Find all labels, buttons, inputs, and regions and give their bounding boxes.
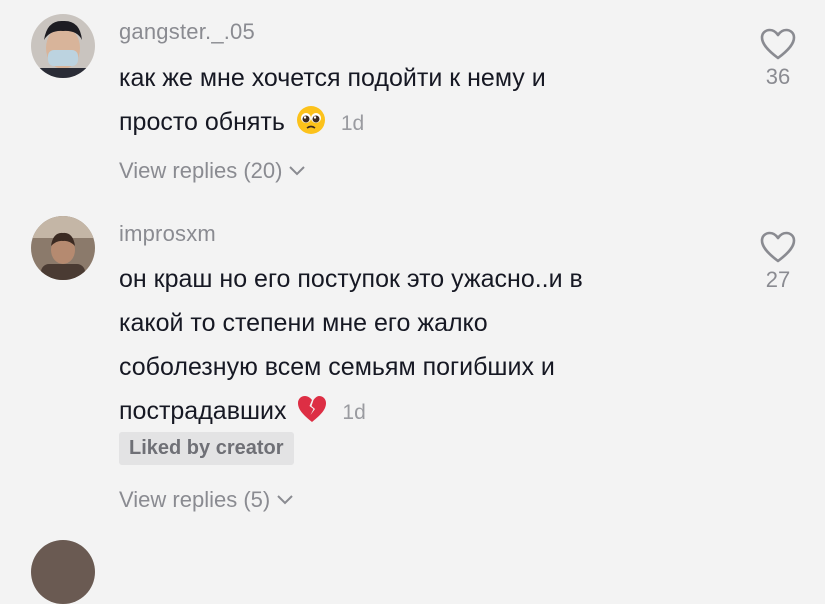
- chevron-down-icon: [289, 166, 306, 176]
- liked-by-creator-badge: Liked by creator: [119, 432, 294, 465]
- avatar[interactable]: [31, 14, 95, 78]
- avatar-image-icon: [31, 216, 95, 280]
- comment-username[interactable]: improsxm: [119, 221, 216, 247]
- view-replies-button[interactable]: View replies (5): [119, 487, 294, 513]
- heart-icon[interactable]: [760, 231, 796, 263]
- avatar[interactable]: [31, 216, 95, 280]
- comment-text-line-last: просто обнять 1d: [119, 100, 719, 146]
- chevron-down-icon: [277, 495, 293, 505]
- broken-heart-emoji-icon: [298, 396, 327, 422]
- comment-text: как же мне хочется подойти к нему и прос…: [119, 56, 719, 146]
- comment-text-line: какой то степени мне его жалко: [119, 309, 488, 337]
- comment-time: 1d: [340, 112, 365, 135]
- view-replies-label: View replies (5): [119, 487, 271, 512]
- pleading-face-emoji-icon: [296, 106, 325, 134]
- view-replies-label: View replies (20): [119, 158, 283, 183]
- heart-icon[interactable]: [760, 28, 796, 60]
- like-button[interactable]: 27: [752, 231, 804, 293]
- comment-text-line: просто обнять: [119, 108, 285, 136]
- view-replies-button[interactable]: View replies (20): [119, 158, 306, 184]
- like-count: 27: [765, 267, 791, 292]
- comment-username[interactable]: gangster._.05: [119, 19, 255, 45]
- comment-text: он краш но его поступок это ужасно..и в …: [119, 257, 739, 435]
- comment-text-line: он краш но его поступок это ужасно..и в: [119, 265, 583, 293]
- comment-text-line: как же мне хочется подойти к нему и: [119, 64, 546, 92]
- like-button[interactable]: 36: [752, 28, 804, 90]
- comment-text-line: соболезную всем семьям погибших и: [119, 353, 555, 381]
- comment-time: 1d: [342, 401, 366, 424]
- comment-text-line: пострадавших: [119, 397, 287, 425]
- like-count: 36: [765, 64, 791, 89]
- comment-text-line-last: пострадавших 1d: [119, 389, 739, 435]
- avatar-image-icon: [31, 14, 95, 78]
